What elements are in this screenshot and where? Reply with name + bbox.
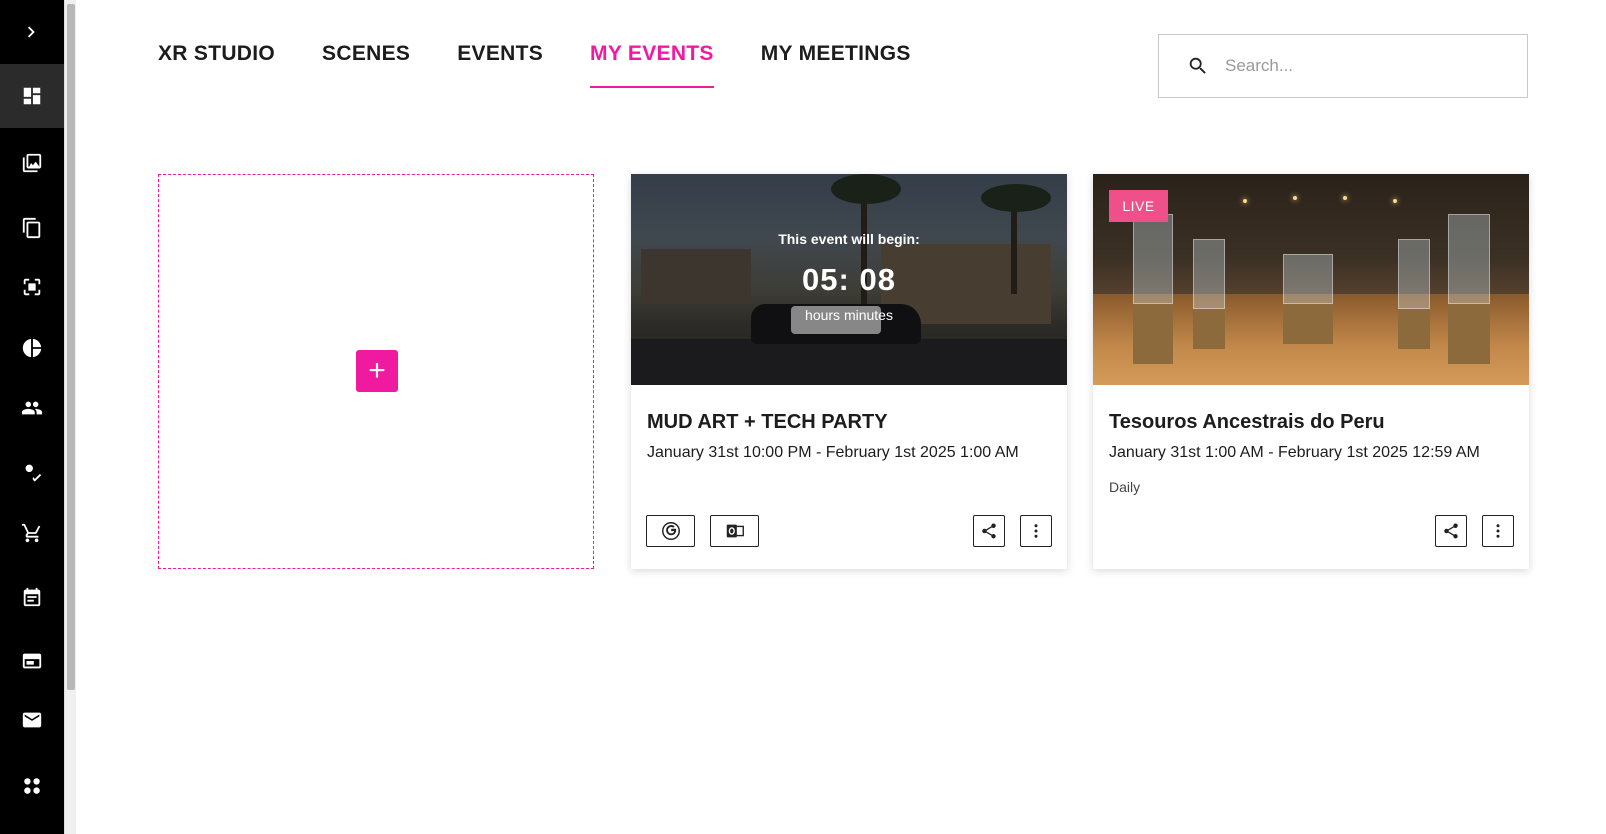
scrollbar-thumb[interactable]: [67, 4, 75, 690]
google-calendar-icon: [661, 522, 680, 540]
more-vertical-icon: [1034, 524, 1038, 538]
more-vertical-icon: [1496, 524, 1500, 538]
tab-scenes[interactable]: SCENES: [322, 42, 410, 88]
sidebar-item-attendees[interactable]: [0, 440, 64, 504]
sidebar-item-media[interactable]: [0, 131, 64, 195]
tab-events[interactable]: EVENTS: [457, 42, 543, 88]
apps-dots-icon: [24, 778, 40, 794]
sidebar-item-scan[interactable]: [0, 255, 64, 319]
event-card[interactable]: LIVE Tesouros Ancestrais do Peru January…: [1093, 174, 1529, 569]
event-title[interactable]: Tesouros Ancestrais do Peru: [1109, 411, 1385, 434]
add-to-google-calendar-button[interactable]: [646, 515, 695, 547]
search-box: [1158, 34, 1528, 98]
tab-xr-studio[interactable]: XR STUDIO: [158, 42, 275, 88]
more-options-button[interactable]: [1020, 515, 1052, 547]
countdown-units: hours minutes: [805, 307, 893, 323]
share-icon: [982, 523, 996, 539]
person-check-icon: [21, 464, 42, 482]
browser-window-icon: [22, 653, 42, 669]
event-thumbnail: This event will begin: 05: 08 hours minu…: [631, 174, 1067, 385]
add-event-card[interactable]: +: [158, 174, 594, 569]
main-nav: XR STUDIO SCENES EVENTS MY EVENTS MY MEE…: [158, 42, 911, 88]
dashboard-icon: [23, 87, 41, 105]
people-icon: [21, 401, 43, 415]
plus-icon: +: [368, 354, 386, 387]
live-badge: LIVE: [1109, 190, 1168, 222]
pie-chart-icon: [22, 338, 42, 358]
sidebar-item-web[interactable]: [0, 629, 64, 693]
sidebar-item-dashboard[interactable]: [0, 64, 64, 128]
cart-icon: [21, 523, 41, 543]
tab-my-meetings[interactable]: MY MEETINGS: [761, 42, 911, 88]
countdown-time: 05: 08: [802, 262, 896, 297]
event-date: January 31st 10:00 PM - February 1st 202…: [647, 444, 1019, 461]
sidebar-item-shop[interactable]: [0, 501, 64, 565]
more-options-button[interactable]: [1482, 515, 1514, 547]
mail-icon: [22, 712, 42, 728]
event-title[interactable]: MUD ART + TECH PARTY: [647, 411, 888, 434]
sidebar-toggle[interactable]: [0, 0, 64, 64]
search-icon: [1189, 57, 1206, 74]
chevron-right-icon: [27, 26, 35, 38]
sidebar-item-apps[interactable]: [0, 754, 64, 818]
event-recurrence: Daily: [1109, 479, 1141, 495]
outlook-calendar-icon: [726, 524, 744, 538]
add-to-outlook-button[interactable]: [710, 515, 759, 547]
add-event-button[interactable]: +: [356, 350, 398, 392]
search-input[interactable]: [1225, 56, 1505, 76]
share-button[interactable]: [973, 515, 1005, 547]
sidebar-scrollbar[interactable]: [64, 0, 76, 834]
sidebar-item-analytics[interactable]: [0, 316, 64, 380]
countdown-label: This event will begin:: [778, 231, 920, 247]
calendar-icon: [23, 587, 41, 607]
share-button[interactable]: [1435, 515, 1467, 547]
sidebar-item-mail[interactable]: [0, 688, 64, 752]
sidebar-item-calendar[interactable]: [0, 565, 64, 629]
sidebar: [0, 0, 64, 834]
event-card[interactable]: This event will begin: 05: 08 hours minu…: [631, 174, 1067, 569]
sidebar-item-copies[interactable]: [0, 196, 64, 260]
image-library-icon: [22, 153, 42, 173]
event-date: January 31st 1:00 AM - February 1st 2025…: [1109, 444, 1480, 461]
sidebar-item-users[interactable]: [0, 376, 64, 440]
tab-my-events[interactable]: MY EVENTS: [590, 42, 714, 88]
scan-frame-icon: [23, 278, 41, 296]
event-thumbnail: LIVE: [1093, 174, 1529, 385]
share-icon: [1444, 523, 1458, 539]
copy-icon: [22, 217, 41, 239]
